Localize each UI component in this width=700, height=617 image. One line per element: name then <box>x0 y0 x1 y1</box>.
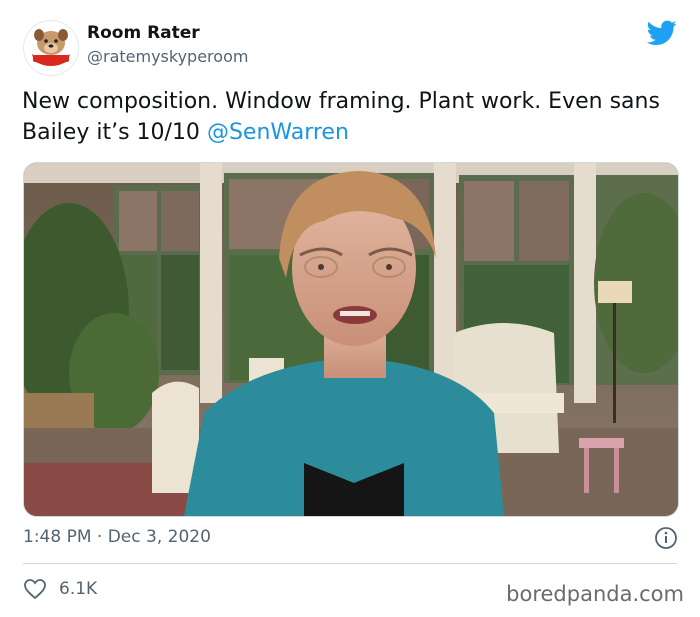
video-still <box>24 163 678 516</box>
likes-row[interactable]: 6.1K <box>23 578 97 600</box>
divider <box>23 563 677 564</box>
tweet-header: Room Rater @ratemyskyperoom <box>23 20 683 76</box>
room-rater-logo-icon <box>24 21 78 75</box>
twitter-bird-icon[interactable] <box>647 20 677 46</box>
watermark: boredpanda.com <box>506 582 684 606</box>
info-icon[interactable] <box>654 526 678 550</box>
tweet-text: New composition. Window framing. Plant w… <box>22 86 682 148</box>
likes-count: 6.1K <box>59 579 98 599</box>
mention-link[interactable]: @SenWarren <box>207 120 349 145</box>
user-handle[interactable]: @ratemyskyperoom <box>87 47 248 66</box>
heart-icon[interactable] <box>23 578 47 600</box>
avatar[interactable] <box>23 20 79 76</box>
display-name[interactable]: Room Rater <box>87 23 200 43</box>
tweet-timestamp[interactable]: 1:48 PM · Dec 3, 2020 <box>23 527 211 547</box>
tweet-media[interactable] <box>23 162 679 517</box>
